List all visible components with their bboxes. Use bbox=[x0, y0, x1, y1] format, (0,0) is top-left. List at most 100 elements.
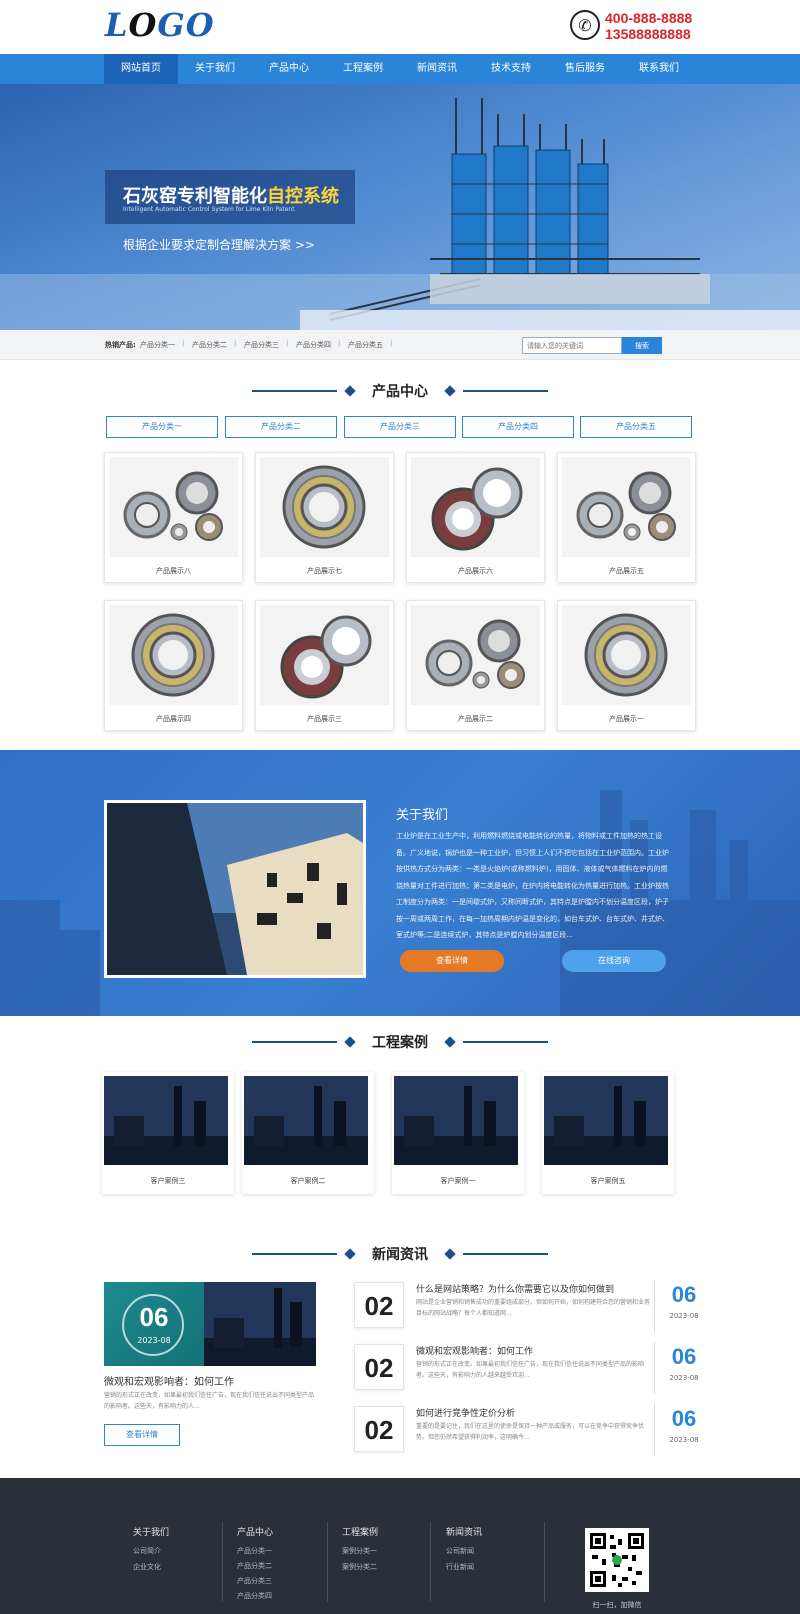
nav-support[interactable]: 技术支持 bbox=[474, 54, 548, 84]
nav-service[interactable]: 售后服务 bbox=[548, 54, 622, 84]
footer-link[interactable]: 产品分类四 bbox=[237, 1591, 272, 1601]
product-card[interactable]: 产品展示六 bbox=[406, 452, 545, 583]
product-category-tab-2[interactable]: 产品分类二 bbox=[225, 416, 337, 438]
product-image bbox=[562, 457, 691, 557]
news-item-title[interactable]: 如何进行竞争性定价分析 bbox=[416, 1406, 515, 1419]
hot-link-4[interactable]: 产品分类四 bbox=[296, 340, 331, 350]
footer-divider bbox=[544, 1522, 545, 1602]
footer-link[interactable]: 案例分类一 bbox=[342, 1546, 377, 1556]
bearing-set-image bbox=[123, 471, 223, 541]
news-number: 02 bbox=[354, 1282, 404, 1328]
roller-bearing-image bbox=[131, 613, 215, 697]
product-category-tab-5[interactable]: 产品分类五 bbox=[580, 416, 692, 438]
hot-link-separator: | bbox=[390, 339, 393, 347]
footer-col-cases-title: 工程案例 bbox=[342, 1528, 379, 1538]
phone-icon: ✆ bbox=[570, 10, 600, 40]
footer-link[interactable]: 行业新闻 bbox=[446, 1562, 474, 1572]
news-list-item[interactable]: 02 如何进行竞争性定价分析 重要的是要记住，我们在这里的使命是保持一种产品或服… bbox=[354, 1404, 699, 1456]
divider bbox=[654, 1280, 655, 1332]
bearing-set-image bbox=[576, 471, 676, 541]
phone-number-1: 400-888-8888 bbox=[605, 10, 693, 26]
news-item-day: 06 bbox=[671, 1282, 697, 1307]
news-list-item[interactable]: 02 微观和宏观影响者：如何工作 营销的形式正在改变。如果最初我们信任广告，现在… bbox=[354, 1342, 699, 1394]
featured-news-title[interactable]: 微观和宏观影响者：如何工作 bbox=[104, 1373, 234, 1388]
title-line bbox=[463, 1253, 548, 1255]
ball-bearing-image bbox=[431, 467, 523, 551]
products-section-title: 产品中心 bbox=[250, 381, 550, 401]
product-image bbox=[260, 457, 389, 557]
hot-link-2[interactable]: 产品分类二 bbox=[192, 340, 227, 350]
case-card[interactable]: 客户案例三 bbox=[102, 1072, 234, 1194]
nav-contact[interactable]: 联系我们 bbox=[622, 54, 696, 84]
product-card[interactable]: 产品展示一 bbox=[557, 600, 696, 731]
search-button[interactable]: 搜索 bbox=[622, 337, 662, 354]
search-input[interactable] bbox=[522, 337, 622, 354]
product-caption: 产品展示六 bbox=[458, 567, 493, 575]
qr-code-icon bbox=[588, 1531, 646, 1589]
footer-link[interactable]: 产品分类三 bbox=[237, 1576, 272, 1586]
hot-link-1[interactable]: 产品分类一 bbox=[140, 340, 175, 350]
about-text: 工业炉是在工业生产中，利用燃料燃烧或电能转化的热量，将物料或工件加热的热工设备。… bbox=[396, 832, 669, 939]
nav-products[interactable]: 产品中心 bbox=[252, 54, 326, 84]
case-image bbox=[544, 1076, 668, 1165]
featured-month: 2023-08 bbox=[137, 1336, 171, 1345]
case-image bbox=[394, 1076, 518, 1165]
product-card[interactable]: 产品展示五 bbox=[557, 452, 696, 583]
product-card[interactable]: 产品展示三 bbox=[255, 600, 394, 731]
product-card[interactable]: 产品展示八 bbox=[104, 452, 243, 583]
footer-link[interactable]: 案例分类二 bbox=[342, 1562, 377, 1572]
online-consult-button[interactable]: 在线咨询 bbox=[562, 950, 666, 972]
news-item-title[interactable]: 微观和宏观影响者：如何工作 bbox=[416, 1344, 533, 1357]
hot-link-5[interactable]: 产品分类五 bbox=[348, 340, 383, 350]
footer-link[interactable]: 公司新闻 bbox=[446, 1546, 474, 1556]
featured-news-more-button[interactable]: 查看详情 bbox=[104, 1424, 180, 1446]
news-item-day: 06 bbox=[671, 1406, 697, 1431]
roller-bearing-image bbox=[584, 613, 668, 697]
footer-link[interactable]: 企业文化 bbox=[133, 1562, 161, 1572]
factory-night-image bbox=[104, 1076, 228, 1165]
hot-search-bar: 热销产品: 产品分类一 | 产品分类二 | 产品分类三 | 产品分类四 | 产品… bbox=[0, 330, 800, 360]
case-card[interactable]: 客户案例一 bbox=[392, 1072, 524, 1194]
product-category-tab-4[interactable]: 产品分类四 bbox=[462, 416, 574, 438]
wechat-qr-code bbox=[585, 1528, 649, 1592]
hero-banner[interactable]: 石灰窑专利智能化自控系统 Intelligent Automatic Contr… bbox=[0, 84, 800, 330]
footer-col-about-title: 关于我们 bbox=[133, 1528, 170, 1538]
about-title: 关于我们 bbox=[396, 808, 449, 823]
divider bbox=[654, 1342, 655, 1394]
news-number: 02 bbox=[354, 1406, 404, 1452]
logo[interactable]: LOGO bbox=[105, 6, 215, 44]
news-item-desc: 网站是企业营销和销售成功的重要组成部分。但如何开始，如何构建符合您的营销和业务目… bbox=[416, 1299, 651, 1317]
product-category-tab-1[interactable]: 产品分类一 bbox=[106, 416, 218, 438]
phone-number-2: 13588888888 bbox=[605, 26, 691, 42]
case-card[interactable]: 客户案例五 bbox=[542, 1072, 674, 1194]
factory-night-image bbox=[544, 1076, 668, 1165]
nav-cases[interactable]: 工程案例 bbox=[326, 54, 400, 84]
case-card[interactable]: 客户案例二 bbox=[242, 1072, 374, 1194]
footer-link[interactable]: 产品分类一 bbox=[237, 1546, 272, 1556]
hot-link-3[interactable]: 产品分类三 bbox=[244, 340, 279, 350]
nav-home[interactable]: 网站首页 bbox=[104, 54, 178, 84]
product-card[interactable]: 产品展示四 bbox=[104, 600, 243, 731]
nav-news[interactable]: 新闻资讯 bbox=[400, 54, 474, 84]
product-caption: 产品展示三 bbox=[307, 715, 342, 723]
featured-news-image[interactable]: 06 2023-08 bbox=[104, 1282, 316, 1366]
about-more-button[interactable]: 查看详情 bbox=[400, 950, 504, 972]
footer-link[interactable]: 公司简介 bbox=[133, 1546, 161, 1556]
product-card[interactable]: 产品展示二 bbox=[406, 600, 545, 731]
footer-link[interactable]: 产品分类二 bbox=[237, 1561, 272, 1571]
building-photo bbox=[107, 803, 363, 975]
footer-divider bbox=[430, 1522, 431, 1602]
banner-slogan[interactable]: 根据企业要求定制合理解决方案 >> bbox=[123, 236, 315, 253]
featured-day: 06 bbox=[139, 1302, 169, 1332]
product-caption: 产品展示七 bbox=[307, 567, 342, 575]
hot-link-separator: | bbox=[234, 339, 237, 347]
case-caption: 客户案例二 bbox=[290, 1177, 326, 1185]
title-line bbox=[463, 390, 548, 392]
product-category-tab-3[interactable]: 产品分类三 bbox=[344, 416, 456, 438]
nav-about[interactable]: 关于我们 bbox=[178, 54, 252, 84]
news-list-item[interactable]: 02 什么是网站策略？为什么你需要它以及你如何做到 网站是企业营销和销售成功的重… bbox=[354, 1280, 699, 1332]
news-item-title[interactable]: 什么是网站策略？为什么你需要它以及你如何做到 bbox=[416, 1282, 614, 1295]
case-caption: 客户案例三 bbox=[150, 1177, 186, 1185]
product-card[interactable]: 产品展示七 bbox=[255, 452, 394, 583]
news-item-desc: 重要的是要记住，我们在这里的使命是保持一种产品或服务，可以在竞争中获得竞争优势。… bbox=[416, 1423, 645, 1441]
